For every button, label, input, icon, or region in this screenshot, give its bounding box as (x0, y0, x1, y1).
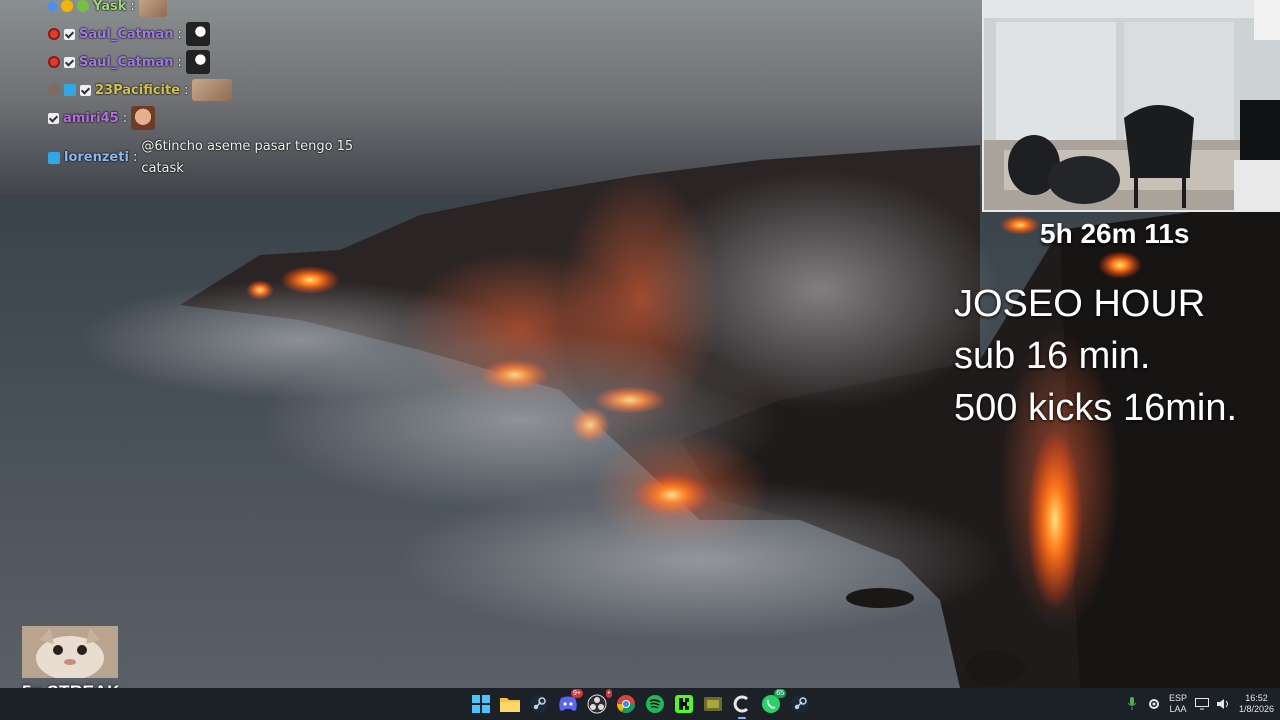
red-badge-icon (48, 28, 60, 40)
chat-username: Yask (93, 0, 127, 14)
dog-emote-image (185, 22, 210, 46)
chat-message: lorenzeti: @6tincho aseme pasar tengo 15… (48, 136, 368, 180)
taskbar: 9+ • 65 ESP LAA 16:52 1/8/2026 (0, 688, 1280, 720)
chat-username: 23Pacificite (95, 82, 181, 98)
system-tray: ESP LAA 16:52 1/8/2026 (1125, 688, 1274, 720)
stream-timer: 5h 26m 11s (1040, 218, 1190, 249)
game-icon[interactable] (702, 693, 724, 715)
verified-badge-icon (64, 28, 75, 40)
stream-chat-overlay: Yask: Saul_Catman: Saul_Catman: 23Pacifi… (46, 0, 368, 180)
obs-icon[interactable]: • (586, 689, 612, 715)
verified-badge-icon (80, 84, 91, 96)
dog-emote-image (185, 50, 210, 74)
verified-badge-icon (64, 56, 75, 68)
smile-badge-icon (61, 0, 73, 12)
app-c-icon[interactable] (731, 693, 753, 719)
chat-username: amiri45 (63, 110, 119, 126)
steam-icon[interactable] (528, 693, 550, 715)
discord-icon[interactable]: 9+ (557, 689, 583, 715)
clock-time: 16:52 (1245, 693, 1268, 703)
settings-gear-icon[interactable] (1147, 697, 1161, 711)
chat-message: 23Pacificite: (48, 76, 368, 104)
cube-badge-icon (64, 84, 76, 96)
promo-line: JOSEO HOUR (954, 283, 1206, 325)
cube-badge-icon (48, 152, 60, 164)
notification-badge: 65 (774, 689, 786, 698)
chat-message: Saul_Catman: (48, 20, 368, 48)
input-language[interactable]: ESP LAA (1169, 693, 1187, 715)
chat-username: lorenzeti (64, 150, 129, 165)
chrome-icon[interactable] (615, 693, 637, 715)
notification-badge: 9+ (571, 689, 583, 698)
chat-message: amiri45: (48, 104, 368, 132)
spotify-icon[interactable] (644, 693, 666, 715)
file-explorer-icon[interactable] (499, 693, 521, 715)
sword-badge-icon (46, 0, 59, 13)
webcam-feed (982, 0, 1280, 212)
whatsapp-icon[interactable]: 65 (760, 689, 786, 715)
chat-username: Saul_Catman (79, 54, 174, 70)
chat-message-text: @6tincho aseme pasar tengo 15 catask (141, 139, 354, 176)
taskbar-clock[interactable]: 16:52 1/8/2026 (1239, 693, 1274, 715)
chat-message: Saul_Catman: (48, 48, 368, 76)
steam-icon-2[interactable] (789, 693, 811, 715)
volume-icon[interactable] (1216, 697, 1231, 711)
start-icon[interactable] (470, 693, 492, 715)
emote-image (138, 0, 167, 17)
promo-line: sub 16 min. (954, 335, 1151, 377)
cat-emote-image (192, 79, 233, 101)
cat-streak-image (22, 626, 118, 680)
avatar-badge-icon (48, 84, 60, 96)
taskbar-apps: 9+ • 65 (470, 688, 811, 720)
promo-text: JOSEO HOUR sub 16 min. 500 kicks 16min. (954, 278, 1237, 434)
verified-badge-icon (48, 112, 59, 124)
clock-date: 1/8/2026 (1238, 704, 1274, 714)
chat-message: Yask: (46, 0, 368, 20)
display-icon[interactable] (1194, 697, 1209, 711)
face-emote-image (131, 106, 156, 130)
kick-icon[interactable] (673, 693, 695, 715)
lang-code: ESP (1168, 693, 1187, 703)
active-indicator (738, 717, 746, 719)
notification-badge: • (605, 689, 612, 698)
chat-username: Saul_Catman (79, 26, 174, 42)
red-badge-icon (48, 56, 60, 68)
promo-line: 500 kicks 16min. (954, 387, 1238, 429)
lang-layout: LAA (1169, 704, 1187, 714)
microphone-icon[interactable] (1125, 697, 1139, 711)
green-badge-icon (77, 0, 89, 12)
